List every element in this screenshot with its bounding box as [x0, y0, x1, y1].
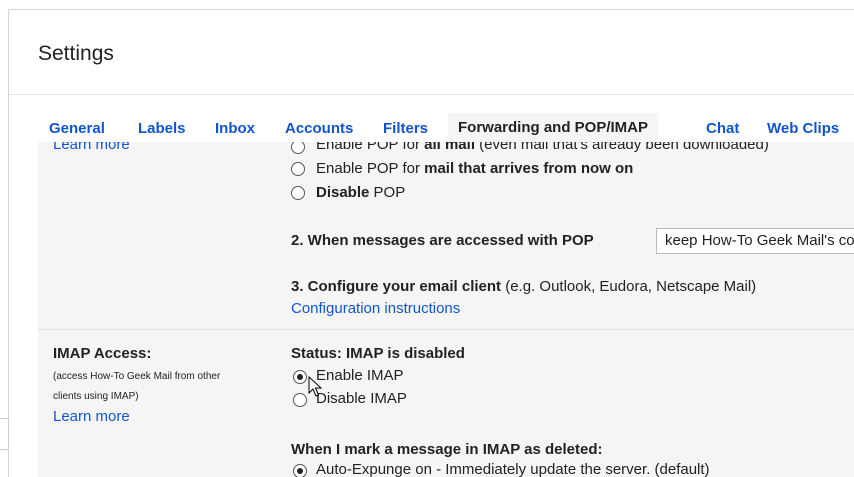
pop-from-now-radio[interactable]: [291, 162, 305, 176]
tab-labels[interactable]: Labels: [138, 120, 186, 137]
pop-learn-more-link[interactable]: Learn more: [53, 141, 130, 153]
left-edge-control[interactable]: [0, 418, 9, 450]
settings-content-panel: Learn more Enable POP for all mail (even…: [38, 141, 854, 477]
enable-imap-radio[interactable]: [293, 370, 307, 384]
pop-from-now-label: Enable POP for mail that arrives from no…: [316, 160, 634, 177]
disable-imap-label: Disable IMAP: [316, 390, 407, 407]
imap-learn-more-link[interactable]: Learn more: [53, 408, 130, 425]
imap-access-desc-line1: (access How-To Geek Mail from other: [53, 371, 221, 382]
enable-imap-label: Enable IMAP: [316, 367, 404, 384]
auto-expunge-on-radio[interactable]: [293, 464, 307, 477]
tab-general[interactable]: General: [49, 120, 105, 137]
page-title: Settings: [38, 42, 114, 65]
imap-deleted-heading: When I mark a message in IMAP as deleted…: [291, 441, 603, 458]
pop-disable-radio[interactable]: [291, 186, 305, 200]
header-divider: [9, 94, 854, 95]
mouse-pointer-icon: [308, 376, 322, 397]
tab-inbox[interactable]: Inbox: [215, 120, 255, 137]
pop-all-mail-label: Enable POP for all mail (even mail that'…: [316, 141, 769, 153]
pop-access-label: 2. When messages are accessed with POP: [291, 232, 594, 249]
section-divider: [38, 329, 854, 330]
pop-all-mail-radio[interactable]: [291, 141, 305, 154]
imap-status: Status: IMAP is disabled: [291, 345, 465, 362]
frame-top-border: [8, 9, 854, 10]
tab-chat[interactable]: Chat: [706, 120, 739, 137]
imap-access-desc-line2: clients using IMAP): [53, 391, 139, 402]
configuration-instructions-link[interactable]: Configuration instructions: [291, 300, 460, 317]
tab-filters[interactable]: Filters: [383, 120, 428, 137]
settings-tabs: General Labels Inbox Accounts Filters Fo…: [38, 113, 854, 142]
auto-expunge-on-label: Auto-Expunge on - Immediately update the…: [316, 461, 710, 477]
tab-web-clips[interactable]: Web Clips: [767, 120, 839, 137]
imap-access-heading: IMAP Access:: [53, 345, 152, 362]
frame-left-border: [8, 9, 9, 477]
pop-disable-label: Disable POP: [316, 184, 406, 201]
pop-configure-label: 3. Configure your email client (e.g. Out…: [291, 278, 757, 295]
pop-access-select[interactable]: keep How-To Geek Mail's copy in the Inbo…: [656, 228, 854, 254]
disable-imap-radio[interactable]: [293, 393, 307, 407]
tab-forwarding-pop-imap[interactable]: Forwarding and POP/IMAP: [448, 113, 659, 142]
tab-accounts[interactable]: Accounts: [285, 120, 353, 137]
